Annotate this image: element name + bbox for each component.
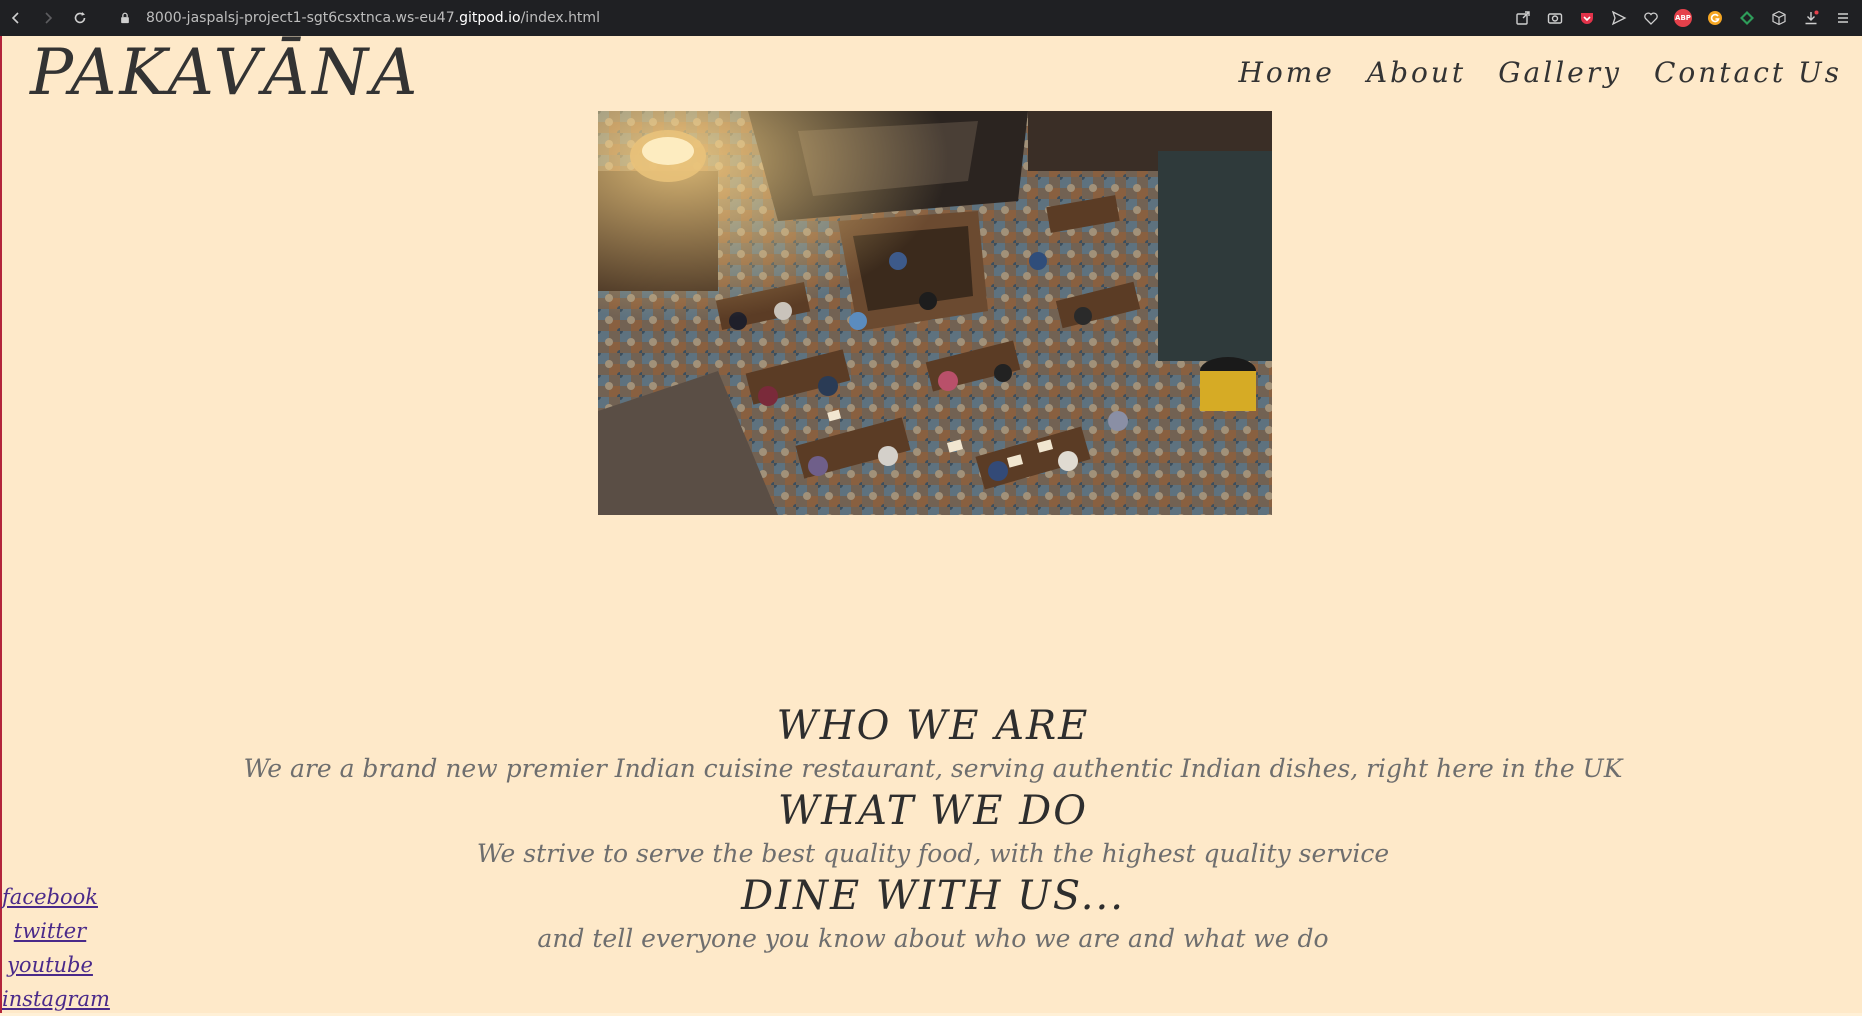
url-prefix: 8000-jaspalsj-project1-sgt6csxtnca.ws-eu… — [146, 10, 460, 26]
nav-gallery[interactable]: Gallery — [1498, 56, 1622, 89]
reload-button[interactable] — [64, 0, 96, 36]
heart-icon[interactable] — [1640, 7, 1662, 29]
nav-home[interactable]: Home — [1238, 56, 1334, 89]
facebook-link[interactable]: facebook — [2, 880, 98, 914]
nav-contact-us[interactable]: Contact Us — [1654, 56, 1842, 89]
browser-toolbar: 8000-jaspalsj-project1-sgt6csxtnca.ws-eu… — [0, 0, 1862, 36]
chevron-right-icon — [45, 12, 53, 24]
menu-icon[interactable] — [1832, 7, 1854, 29]
share-icon[interactable] — [1512, 7, 1534, 29]
page-body: PAKAVĀNA Home About Gallery Contact Us W… — [0, 36, 1862, 1013]
reload-icon — [74, 12, 86, 24]
camera-icon[interactable] — [1544, 7, 1566, 29]
adblock-icon[interactable]: ABP — [1672, 7, 1694, 29]
heading-what-we-do: WHAT WE DO — [778, 788, 1088, 834]
about-content: WHO WE ARE We are a brand new premier In… — [2, 702, 1862, 957]
url-host: gitpod.io — [459, 10, 521, 26]
adblock-badge: ABP — [1674, 9, 1692, 27]
text-what-we-do: We strive to serve the best quality food… — [476, 839, 1390, 868]
send-icon[interactable] — [1608, 7, 1630, 29]
download-icon[interactable] — [1800, 7, 1822, 29]
site-logo[interactable]: PAKAVĀNA — [30, 36, 420, 110]
instagram-link[interactable]: instagram — [2, 982, 110, 1016]
twitter-link[interactable]: twitter — [2, 914, 98, 948]
text-who-we-are: We are a brand new premier Indian cuisin… — [243, 754, 1623, 783]
box-icon[interactable] — [1768, 7, 1790, 29]
youtube-link[interactable]: youtube — [2, 948, 98, 982]
url-path: /index.html — [520, 10, 600, 26]
restaurant-photo — [598, 111, 1272, 515]
forward-button[interactable] — [32, 0, 64, 36]
heading-dine-with-us: DINE WITH US... — [741, 873, 1125, 919]
pocket-icon[interactable] — [1576, 7, 1598, 29]
address-bar[interactable]: 8000-jaspalsj-project1-sgt6csxtnca.ws-eu… — [146, 10, 600, 26]
chevron-left-icon — [11, 12, 19, 24]
lock-icon[interactable] — [118, 11, 132, 25]
text-dine-with-us: and tell everyone you know about who we … — [537, 924, 1329, 953]
social-links: facebook twitter youtube instagram — [2, 880, 110, 1016]
back-button[interactable] — [0, 0, 32, 36]
nav-about[interactable]: About — [1367, 56, 1466, 89]
heading-who-we-are: WHO WE ARE — [776, 703, 1090, 749]
main-nav: Home About Gallery Contact Us — [1238, 56, 1842, 89]
grammarly-icon[interactable] — [1704, 7, 1726, 29]
extension-diamond-icon[interactable] — [1736, 7, 1758, 29]
hero-image — [598, 111, 1272, 515]
extension-icons: ABP — [1512, 0, 1854, 36]
